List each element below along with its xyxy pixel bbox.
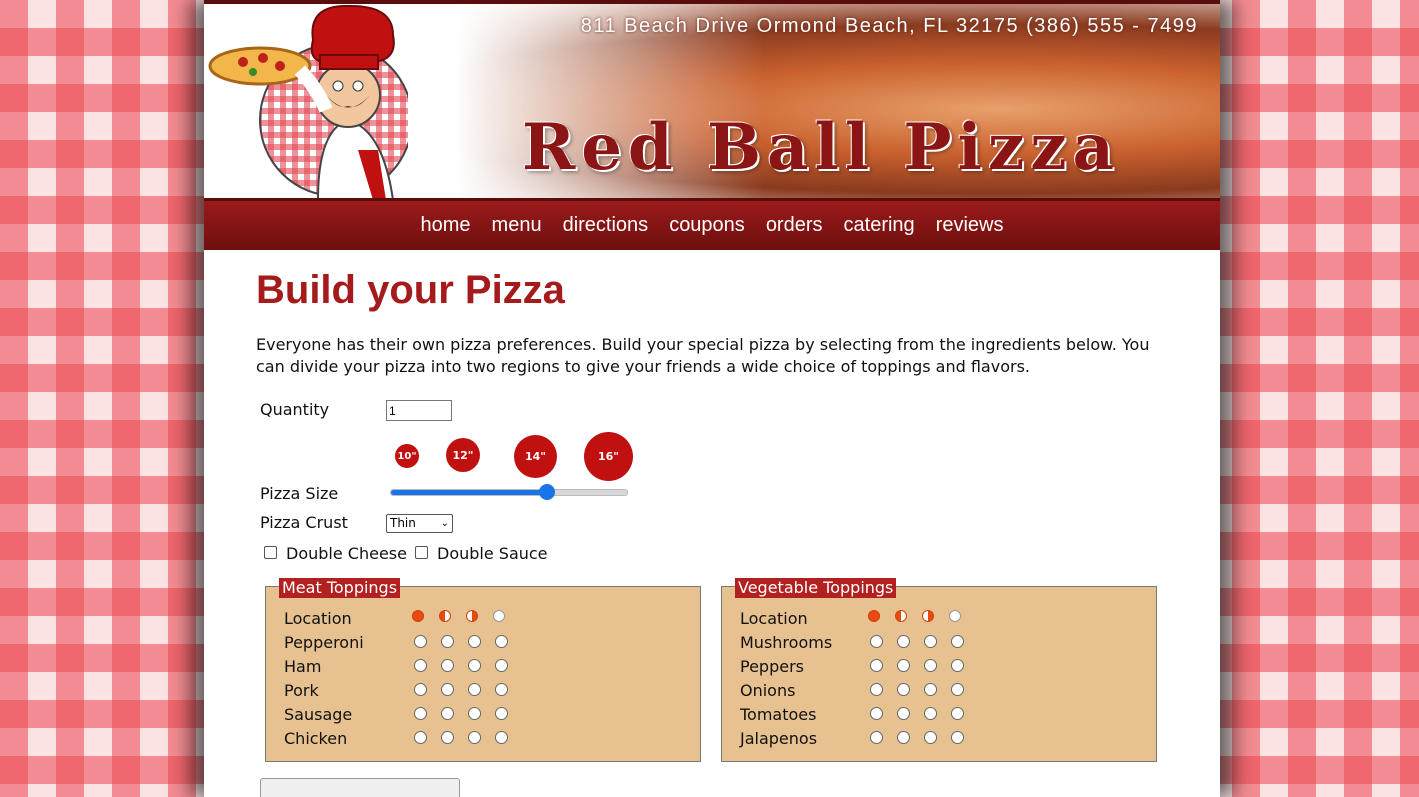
meat-radio-right[interactable] bbox=[468, 707, 481, 720]
meat-radio-whole[interactable] bbox=[414, 635, 427, 648]
veg-row-label: Peppers bbox=[740, 657, 804, 676]
meat-radio-left[interactable] bbox=[441, 707, 454, 720]
veg-radio-whole[interactable] bbox=[870, 731, 883, 744]
vegetable-toppings-group: Vegetable Toppings Location Mushrooms Pep… bbox=[721, 578, 1157, 762]
meat-row-label: Ham bbox=[284, 657, 322, 676]
size-slider-fill bbox=[391, 490, 547, 495]
veg-radio-none[interactable] bbox=[951, 707, 964, 720]
meat-radio-right[interactable] bbox=[468, 731, 481, 744]
size-slider-thumb[interactable] bbox=[538, 484, 555, 500]
veg-row-label: Mushrooms bbox=[740, 633, 833, 652]
meat-radio-none[interactable] bbox=[495, 731, 508, 744]
veg-radio-left[interactable] bbox=[897, 659, 910, 672]
meat-radio-left[interactable] bbox=[441, 659, 454, 672]
location-none-icon[interactable] bbox=[949, 610, 961, 622]
meat-radio-whole[interactable] bbox=[414, 707, 427, 720]
size-14-icon[interactable]: 14" bbox=[514, 435, 557, 478]
chevron-down-icon: ⌄ bbox=[440, 518, 449, 529]
size-10-icon[interactable]: 10" bbox=[395, 444, 419, 468]
meat-radio-none[interactable] bbox=[495, 659, 508, 672]
nav-catering[interactable]: catering bbox=[844, 214, 915, 237]
veg-radio-left[interactable] bbox=[897, 635, 910, 648]
size-16-icon[interactable]: 16" bbox=[584, 432, 633, 481]
brand-name: Red Ball Pizza bbox=[522, 110, 1120, 185]
veg-radio-left[interactable] bbox=[897, 683, 910, 696]
double-cheese-checkbox[interactable] bbox=[264, 546, 277, 559]
meat-toppings-legend: Meat Toppings bbox=[279, 578, 401, 598]
veg-radio-whole[interactable] bbox=[870, 683, 883, 696]
intro-text: Everyone has their own pizza preferences… bbox=[256, 335, 1150, 376]
double-sauce-checkbox[interactable] bbox=[415, 546, 428, 559]
veg-row-label: Tomatoes bbox=[740, 705, 817, 724]
veg-radio-right[interactable] bbox=[924, 731, 937, 744]
meat-radio-whole[interactable] bbox=[414, 659, 427, 672]
meat-radio-none[interactable] bbox=[495, 635, 508, 648]
veg-location-label: Location bbox=[740, 609, 808, 628]
location-right-half-icon[interactable] bbox=[466, 610, 478, 622]
meat-radio-whole[interactable] bbox=[414, 683, 427, 696]
meat-radio-none[interactable] bbox=[495, 683, 508, 696]
location-whole-icon[interactable] bbox=[412, 610, 424, 622]
crust-selected-value: Thin bbox=[390, 516, 416, 530]
meat-radio-left[interactable] bbox=[441, 683, 454, 696]
veg-row-label: Onions bbox=[740, 681, 796, 700]
veg-radio-left[interactable] bbox=[897, 731, 910, 744]
page-container: 811 Beach Drive Ormond Beach, FL 32175 (… bbox=[204, 0, 1220, 797]
meat-radio-whole[interactable] bbox=[414, 731, 427, 744]
veg-radio-right[interactable] bbox=[924, 683, 937, 696]
quantity-input[interactable] bbox=[386, 400, 452, 421]
meat-radio-left[interactable] bbox=[441, 731, 454, 744]
crust-select[interactable]: Thin ⌄ bbox=[386, 514, 453, 533]
meat-radio-right[interactable] bbox=[468, 683, 481, 696]
crust-label: Pizza Crust bbox=[260, 513, 348, 532]
add-to-order-button[interactable] bbox=[260, 778, 460, 797]
location-none-icon[interactable] bbox=[493, 610, 505, 622]
address-phone: 811 Beach Drive Ormond Beach, FL 32175 (… bbox=[580, 15, 1198, 37]
veg-radio-none[interactable] bbox=[951, 683, 964, 696]
size-12-icon[interactable]: 12" bbox=[446, 438, 480, 472]
meat-toppings-group: Meat Toppings Location Pepperoni Ham Pork S… bbox=[265, 578, 701, 762]
size-label: Pizza Size bbox=[260, 484, 339, 503]
location-left-half-icon[interactable] bbox=[895, 610, 907, 622]
location-right-half-icon[interactable] bbox=[922, 610, 934, 622]
meat-location-label: Location bbox=[284, 609, 352, 628]
double-sauce-label: Double Sauce bbox=[437, 544, 548, 563]
quantity-label: Quantity bbox=[260, 400, 330, 419]
page-title: Build your Pizza bbox=[256, 268, 565, 312]
meat-radio-right[interactable] bbox=[468, 659, 481, 672]
veg-radio-right[interactable] bbox=[924, 635, 937, 648]
meat-radio-left[interactable] bbox=[441, 635, 454, 648]
meat-row-label: Sausage bbox=[284, 705, 353, 724]
main-nav: home menu directions coupons orders cate… bbox=[204, 201, 1220, 250]
veg-radio-whole[interactable] bbox=[870, 707, 883, 720]
size-slider[interactable] bbox=[390, 484, 628, 500]
meat-radio-right[interactable] bbox=[468, 635, 481, 648]
nav-directions[interactable]: directions bbox=[563, 214, 649, 237]
meat-row-label: Pepperoni bbox=[284, 633, 364, 652]
veg-radio-whole[interactable] bbox=[870, 659, 883, 672]
veg-radio-none[interactable] bbox=[951, 635, 964, 648]
veg-radio-left[interactable] bbox=[897, 707, 910, 720]
nav-home[interactable]: home bbox=[421, 214, 471, 237]
veg-row-label: Jalapenos bbox=[740, 729, 818, 748]
veg-radio-right[interactable] bbox=[924, 707, 937, 720]
nav-reviews[interactable]: reviews bbox=[936, 214, 1004, 237]
veg-radio-none[interactable] bbox=[951, 659, 964, 672]
nav-orders[interactable]: orders bbox=[766, 214, 823, 237]
nav-coupons[interactable]: coupons bbox=[669, 214, 745, 237]
location-left-half-icon[interactable] bbox=[439, 610, 451, 622]
meat-row-label: Pork bbox=[284, 681, 319, 700]
nav-menu[interactable]: menu bbox=[492, 214, 542, 237]
meat-row-label: Chicken bbox=[284, 729, 348, 748]
chef-logo bbox=[208, 4, 408, 198]
veg-radio-none[interactable] bbox=[951, 731, 964, 744]
veg-radio-right[interactable] bbox=[924, 659, 937, 672]
veg-radio-whole[interactable] bbox=[870, 635, 883, 648]
vegetable-toppings-legend: Vegetable Toppings bbox=[735, 578, 897, 598]
location-whole-icon[interactable] bbox=[868, 610, 880, 622]
header-banner: 811 Beach Drive Ormond Beach, FL 32175 (… bbox=[204, 0, 1220, 201]
meat-radio-none[interactable] bbox=[495, 707, 508, 720]
double-cheese-label: Double Cheese bbox=[286, 544, 407, 563]
